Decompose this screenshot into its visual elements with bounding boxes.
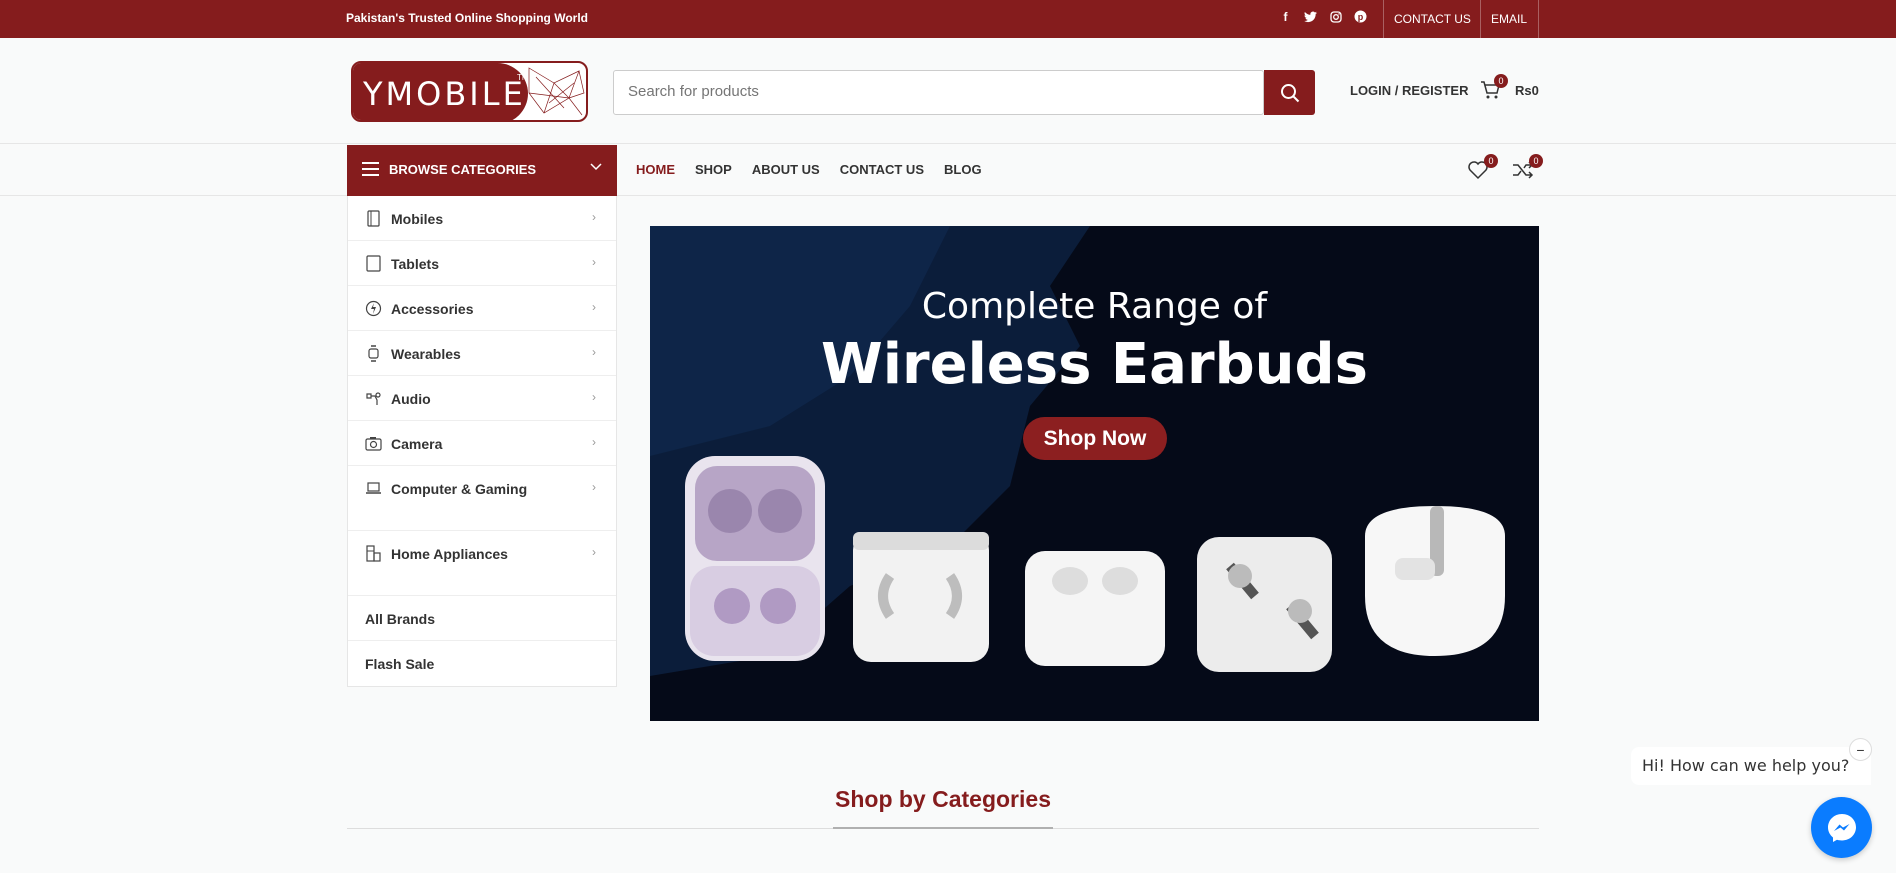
category-label: Accessories bbox=[391, 301, 474, 317]
cart-count-badge: 0 bbox=[1494, 74, 1508, 88]
chevron-right-icon: › bbox=[592, 345, 596, 359]
divider bbox=[1538, 0, 1539, 38]
category-item-wearables[interactable]: Wearables › bbox=[348, 331, 616, 376]
category-item-mobiles[interactable]: Mobiles › bbox=[348, 196, 616, 241]
chevron-right-icon: › bbox=[592, 300, 596, 314]
wishlist-count-badge: 0 bbox=[1484, 154, 1498, 168]
chevron-right-icon: › bbox=[592, 390, 596, 404]
chevron-right-icon: › bbox=[592, 480, 596, 494]
category-label: Home Appliances bbox=[391, 546, 508, 562]
chevron-down-icon bbox=[590, 160, 602, 174]
search-button[interactable] bbox=[1264, 70, 1315, 115]
section-title: Shop by Categories bbox=[835, 786, 1051, 812]
login-register-link[interactable]: LOGIN / REGISTER bbox=[1350, 83, 1468, 98]
category-label: Wearables bbox=[391, 346, 461, 362]
close-icon[interactable]: − bbox=[1849, 738, 1872, 761]
social-links: f p bbox=[1278, 9, 1368, 24]
search-bar bbox=[613, 70, 1264, 115]
compare-button[interactable]: 0 bbox=[1512, 154, 1543, 185]
chat-greeting[interactable]: Hi! How can we help you? bbox=[1631, 747, 1871, 785]
chat-greeting-text: Hi! How can we help you? bbox=[1642, 756, 1850, 775]
pinterest-icon[interactable]: p bbox=[1353, 9, 1368, 24]
category-menu: Mobiles › Tablets › Accessories › Wearab… bbox=[347, 196, 617, 687]
top-email-link[interactable]: EMAIL bbox=[1491, 12, 1527, 26]
logo-pattern-icon bbox=[528, 67, 585, 116]
messenger-icon bbox=[1827, 813, 1856, 842]
tablet-icon bbox=[366, 255, 381, 272]
top-contact-link[interactable]: CONTACT US bbox=[1394, 12, 1471, 26]
nav-about-us[interactable]: ABOUT US bbox=[752, 162, 820, 177]
headphones-icon bbox=[366, 392, 381, 405]
browse-categories-label: BROWSE CATEGORIES bbox=[389, 162, 537, 177]
instagram-icon[interactable] bbox=[1328, 9, 1343, 24]
tagline: Pakistan's Trusted Online Shopping World bbox=[346, 11, 588, 25]
nav-bar: BROWSE CATEGORIES HOME SHOP ABOUT US CON… bbox=[0, 145, 1896, 196]
chevron-right-icon: › bbox=[592, 210, 596, 224]
category-item-computer-gaming[interactable]: Computer & Gaming › bbox=[348, 466, 616, 531]
mobile-icon bbox=[367, 210, 380, 227]
compare-count-badge: 0 bbox=[1529, 154, 1543, 168]
category-item-accessories[interactable]: Accessories › bbox=[348, 286, 616, 331]
laptop-icon bbox=[366, 482, 381, 494]
banner-title: Wireless Earbuds bbox=[821, 332, 1368, 397]
cart-button[interactable]: 0 bbox=[1480, 74, 1508, 105]
category-label: Mobiles bbox=[391, 211, 444, 227]
category-item-tablets[interactable]: Tablets › bbox=[348, 241, 616, 286]
charger-icon bbox=[365, 300, 382, 317]
divider bbox=[1480, 0, 1481, 38]
section-divider bbox=[347, 827, 1539, 829]
banner-subtitle: Complete Range of bbox=[921, 286, 1268, 327]
appliance-icon bbox=[366, 545, 381, 562]
nav-shop[interactable]: SHOP bbox=[695, 162, 732, 177]
nav-contact-us[interactable]: CONTACT US bbox=[840, 162, 924, 177]
site-logo[interactable]: YMOBILE TM bbox=[351, 61, 588, 122]
chevron-right-icon: › bbox=[592, 255, 596, 269]
earbuds-product-image bbox=[685, 456, 1505, 672]
nav-home[interactable]: HOME bbox=[636, 162, 675, 177]
search-icon bbox=[1280, 83, 1299, 102]
facebook-icon[interactable]: f bbox=[1278, 9, 1293, 24]
all-brands-label: All Brands bbox=[365, 611, 436, 627]
twitter-icon[interactable] bbox=[1303, 9, 1318, 24]
top-bar: Pakistan's Trusted Online Shopping World… bbox=[0, 0, 1896, 38]
category-item-audio[interactable]: Audio › bbox=[348, 376, 616, 421]
category-label: Camera bbox=[391, 436, 443, 452]
chevron-right-icon: › bbox=[592, 545, 596, 559]
divider bbox=[1383, 0, 1384, 38]
all-brands-link[interactable]: All Brands bbox=[348, 596, 616, 641]
nav-blog[interactable]: BLOG bbox=[944, 162, 982, 177]
main-nav: HOME SHOP ABOUT US CONTACT US BLOG bbox=[636, 162, 982, 177]
browse-categories-button[interactable]: BROWSE CATEGORIES bbox=[347, 145, 617, 196]
wishlist-button[interactable]: 0 bbox=[1467, 154, 1498, 185]
logo-text: YMOBILE bbox=[363, 75, 526, 113]
messenger-button[interactable] bbox=[1811, 797, 1872, 858]
chevron-right-icon: › bbox=[592, 435, 596, 449]
shop-now-button[interactable]: Shop Now bbox=[1023, 417, 1167, 460]
category-label: Computer & Gaming bbox=[391, 481, 528, 497]
flash-sale-label: Flash Sale bbox=[365, 656, 435, 672]
search-input[interactable] bbox=[628, 83, 1228, 100]
menu-icon bbox=[362, 162, 379, 180]
hero-banner[interactable]: Complete Range of Wireless Earbuds Shop … bbox=[650, 226, 1539, 721]
category-label: Audio bbox=[391, 391, 431, 407]
flash-sale-link[interactable]: Flash Sale bbox=[348, 641, 616, 686]
category-item-home-appliances[interactable]: Home Appliances › bbox=[348, 531, 616, 596]
header: YMOBILE TM LOGIN / REGISTER 0 Rs0 bbox=[0, 38, 1896, 144]
svg-text:p: p bbox=[1358, 12, 1364, 22]
camera-icon bbox=[365, 437, 382, 451]
watch-icon bbox=[368, 345, 379, 362]
category-item-camera[interactable]: Camera › bbox=[348, 421, 616, 466]
cart-total: Rs0 bbox=[1515, 83, 1539, 98]
category-label: Tablets bbox=[391, 256, 439, 272]
